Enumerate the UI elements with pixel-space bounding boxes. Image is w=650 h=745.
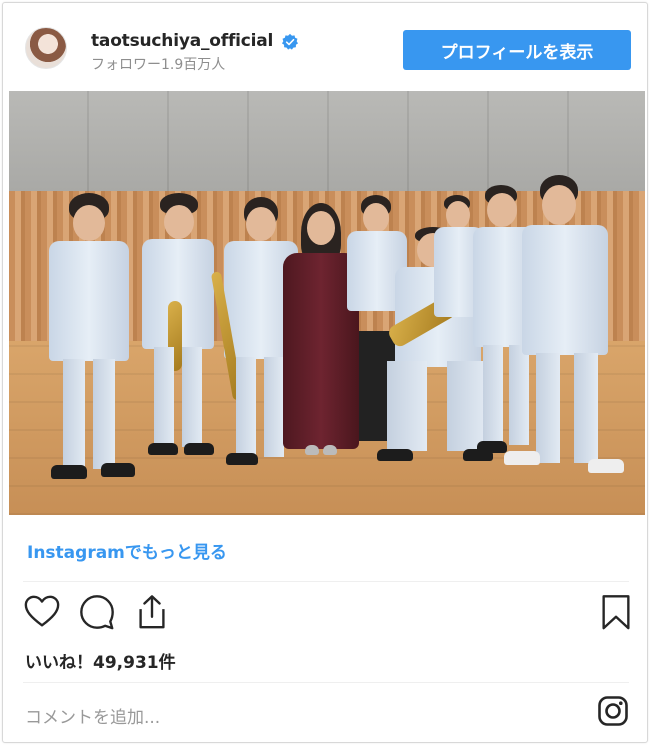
view-more-on-instagram-link[interactable]: Instagramでもっと見る bbox=[27, 538, 227, 563]
comment-icon[interactable] bbox=[78, 593, 116, 631]
comment-input[interactable]: コメントを追加... bbox=[25, 703, 160, 728]
instagram-icon[interactable] bbox=[597, 695, 629, 727]
username-link[interactable]: taotsuchiya_official bbox=[91, 31, 273, 51]
action-bar bbox=[3, 593, 647, 637]
follower-count: フォロワー1.9百万人 bbox=[91, 57, 226, 73]
divider bbox=[23, 682, 629, 683]
instagram-embed-card: taotsuchiya_official フォロワー1.9百万人 プロフィールを… bbox=[2, 2, 648, 743]
view-profile-button[interactable]: プロフィールを表示 bbox=[403, 30, 631, 70]
share-icon[interactable] bbox=[133, 593, 171, 631]
divider bbox=[23, 581, 629, 582]
like-count: いいね！49,931件 bbox=[25, 653, 176, 673]
post-header: taotsuchiya_official フォロワー1.9百万人 プロフィールを… bbox=[3, 3, 647, 91]
verified-badge-icon bbox=[281, 33, 299, 50]
heart-icon[interactable] bbox=[23, 593, 61, 631]
profile-avatar[interactable] bbox=[25, 27, 67, 69]
bookmark-icon[interactable] bbox=[597, 593, 635, 631]
group-photo[interactable] bbox=[9, 91, 645, 515]
